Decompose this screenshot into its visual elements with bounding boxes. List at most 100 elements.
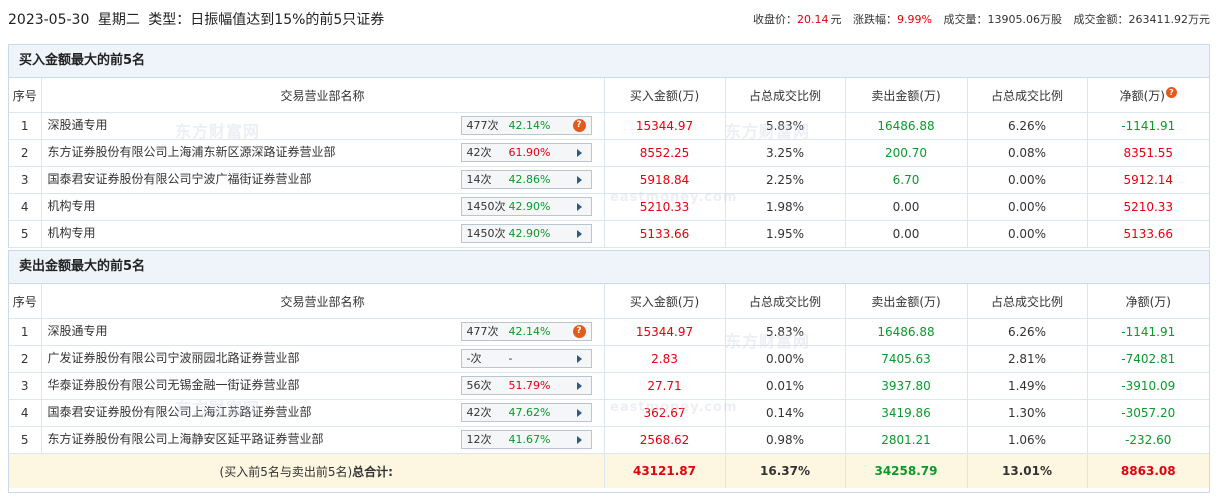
branch-name-cell: 机构专用 1450次 42.90% (41, 193, 605, 221)
branch-name-cell: 广发证券股份有限公司宁波丽园北路证券营业部 -次 - (41, 345, 605, 373)
branch-name-cell: 深股通专用 477次 42.14%? (41, 318, 605, 346)
total-buy-ratio: 16.37% (725, 453, 846, 488)
net-amount: -3910.09 (1087, 372, 1209, 400)
branch-name[interactable]: 深股通专用 (48, 116, 108, 133)
buy-amount: 362.67 (604, 399, 726, 427)
col-net: 净额(万) (1087, 284, 1209, 319)
table-row: 3 国泰君安证券股份有限公司宁波广福街证券营业部 14次 42.86% 5918.… (9, 166, 1209, 194)
total-row: (买入前5名与卖出前5名)总合计: 43121.87 16.37% 34258.… (9, 453, 1209, 488)
stat-count: 12次 (466, 433, 492, 446)
branch-name[interactable]: 国泰君安证券股份有限公司上海江苏路证券营业部 (48, 403, 312, 420)
sell-ratio: 6.26% (967, 112, 1088, 140)
branch-name[interactable]: 国泰君安证券股份有限公司宁波广福街证券营业部 (48, 170, 312, 187)
total-label-bold: 总合计: (352, 464, 393, 479)
buy-ratio: 0.14% (725, 399, 846, 427)
net-amount: 5133.66 (1087, 220, 1209, 248)
type-label: 类型： (148, 12, 191, 28)
net-amount: 8351.55 (1087, 139, 1209, 167)
question-icon[interactable]: ? (572, 119, 586, 132)
col-net: 净额(万)? (1087, 78, 1209, 113)
play-arrow-icon[interactable] (576, 203, 582, 211)
volume-label: 成交量： (943, 13, 988, 26)
table-row: 4 机构专用 1450次 42.90% 5210.33 1.98% 0.00 0.… (9, 193, 1209, 221)
table-row: 5 机构专用 1450次 42.90% 5133.66 1.95% 0.00 0.… (9, 220, 1209, 248)
buy-ratio: 0.00% (725, 345, 846, 373)
help-icon[interactable]: ? (1165, 86, 1177, 98)
play-arrow-icon[interactable] (576, 149, 582, 157)
branch-name[interactable]: 东方证券股份有限公司上海浦东新区源深路证券营业部 (48, 143, 336, 160)
question-icon[interactable]: ? (572, 325, 586, 338)
table-row: 2 广发证券股份有限公司宁波丽园北路证券营业部 -次 - 2.83 0.00% 7… (9, 345, 1209, 373)
play-arrow-icon[interactable] (576, 382, 582, 390)
buy-ratio: 0.01% (725, 372, 846, 400)
play-arrow-icon[interactable] (576, 176, 582, 184)
branch-name[interactable]: 机构专用 (48, 197, 96, 214)
sell-amount: 200.70 (845, 139, 968, 167)
branch-name[interactable]: 东方证券股份有限公司上海静安区延平路证券营业部 (48, 430, 324, 447)
sell-ratio: 0.08% (967, 139, 1088, 167)
sell-amount: 3419.86 (845, 399, 968, 427)
col-sell-ratio: 占总成交比例 (967, 78, 1088, 113)
sell-section-title: 卖出金额最大的前5名 (9, 250, 1209, 284)
buy-amount: 8552.25 (604, 139, 726, 167)
stat-count: 56次 (466, 379, 492, 392)
branch-stat-box[interactable]: 1450次 42.90% (460, 224, 592, 243)
stat-count: 42次 (466, 406, 492, 419)
col-buy: 买入金额(万) (604, 78, 726, 113)
stat-count: 42次 (466, 146, 492, 159)
sell-top5-panel: 卖出金额最大的前5名 序号 交易营业部名称 买入金额(万) 占总成交比例 卖出金… (8, 250, 1210, 493)
sell-amount: 6.70 (845, 166, 968, 194)
branch-stat-box[interactable]: 42次 61.90% (460, 143, 592, 162)
row-no: 4 (9, 399, 42, 427)
branch-name-cell: 东方证券股份有限公司上海浦东新区源深路证券营业部 42次 61.90% (41, 139, 605, 167)
col-sell-ratio: 占总成交比例 (967, 284, 1088, 319)
branch-stat-box[interactable]: 477次 42.14%? (460, 116, 592, 135)
col-no: 序号 (9, 78, 42, 113)
sell-amount: 0.00 (845, 193, 968, 221)
buy-section-title: 买入金额最大的前5名 (9, 45, 1209, 78)
buy-ratio: 5.83% (725, 112, 846, 140)
buy-amount: 2568.62 (604, 426, 726, 454)
row-no: 3 (9, 372, 42, 400)
play-arrow-icon[interactable] (576, 409, 582, 417)
weekday-text: 星期二 (97, 12, 140, 28)
top-bar: 2023-05-30 星期二 类型：日振幅值达到15%的前5只证券 收盘价：20… (0, 0, 1220, 38)
buy-amount: 5918.84 (604, 166, 726, 194)
row-no: 3 (9, 166, 42, 194)
branch-stat-box[interactable]: 477次 42.14%? (460, 322, 592, 341)
branch-name[interactable]: 深股通专用 (48, 322, 108, 339)
net-amount: -3057.20 (1087, 399, 1209, 427)
branch-stat-box[interactable]: 56次 51.79% (460, 376, 592, 395)
branch-name[interactable]: 华泰证券股份有限公司无锡金融一街证券营业部 (48, 376, 300, 393)
buy-ratio: 3.25% (725, 139, 846, 167)
total-buy: 43121.87 (604, 453, 726, 488)
branch-stat-box[interactable]: -次 - (460, 349, 592, 368)
close-unit: 元 (830, 13, 842, 26)
stat-percent: 42.90% (508, 200, 551, 213)
play-arrow-icon[interactable] (576, 436, 582, 444)
play-arrow-icon[interactable] (576, 230, 582, 238)
col-sell: 卖出金额(万) (845, 284, 968, 319)
col-no: 序号 (9, 284, 42, 319)
branch-stat-box[interactable]: 42次 47.62% (460, 403, 592, 422)
play-arrow-icon[interactable] (576, 355, 582, 363)
buy-ratio: 5.83% (725, 318, 846, 346)
stat-percent: 42.86% (508, 173, 551, 186)
table-row: 2 东方证券股份有限公司上海浦东新区源深路证券营业部 42次 61.90% 855… (9, 139, 1209, 167)
buy-amount: 15344.97 (604, 112, 726, 140)
col-buy: 买入金额(万) (604, 284, 726, 319)
branch-name[interactable]: 广发证券股份有限公司宁波丽园北路证券营业部 (48, 349, 300, 366)
buy-amount: 15344.97 (604, 318, 726, 346)
branch-stat-box[interactable]: 1450次 42.90% (460, 197, 592, 216)
buy-top5-panel: 买入金额最大的前5名 序号 交易营业部名称 买入金额(万) 占总成交比例 卖出金… (8, 44, 1210, 248)
stat-count: -次 (466, 352, 482, 365)
sell-amount: 2801.21 (845, 426, 968, 454)
sell-ratio: 1.06% (967, 426, 1088, 454)
branch-stat-box[interactable]: 12次 41.67% (460, 430, 592, 449)
branch-name-cell: 机构专用 1450次 42.90% (41, 220, 605, 248)
branch-stat-box[interactable]: 14次 42.86% (460, 170, 592, 189)
sell-amount: 7405.63 (845, 345, 968, 373)
net-amount: -232.60 (1087, 426, 1209, 454)
stat-count: 14次 (466, 173, 492, 186)
branch-name[interactable]: 机构专用 (48, 224, 96, 241)
